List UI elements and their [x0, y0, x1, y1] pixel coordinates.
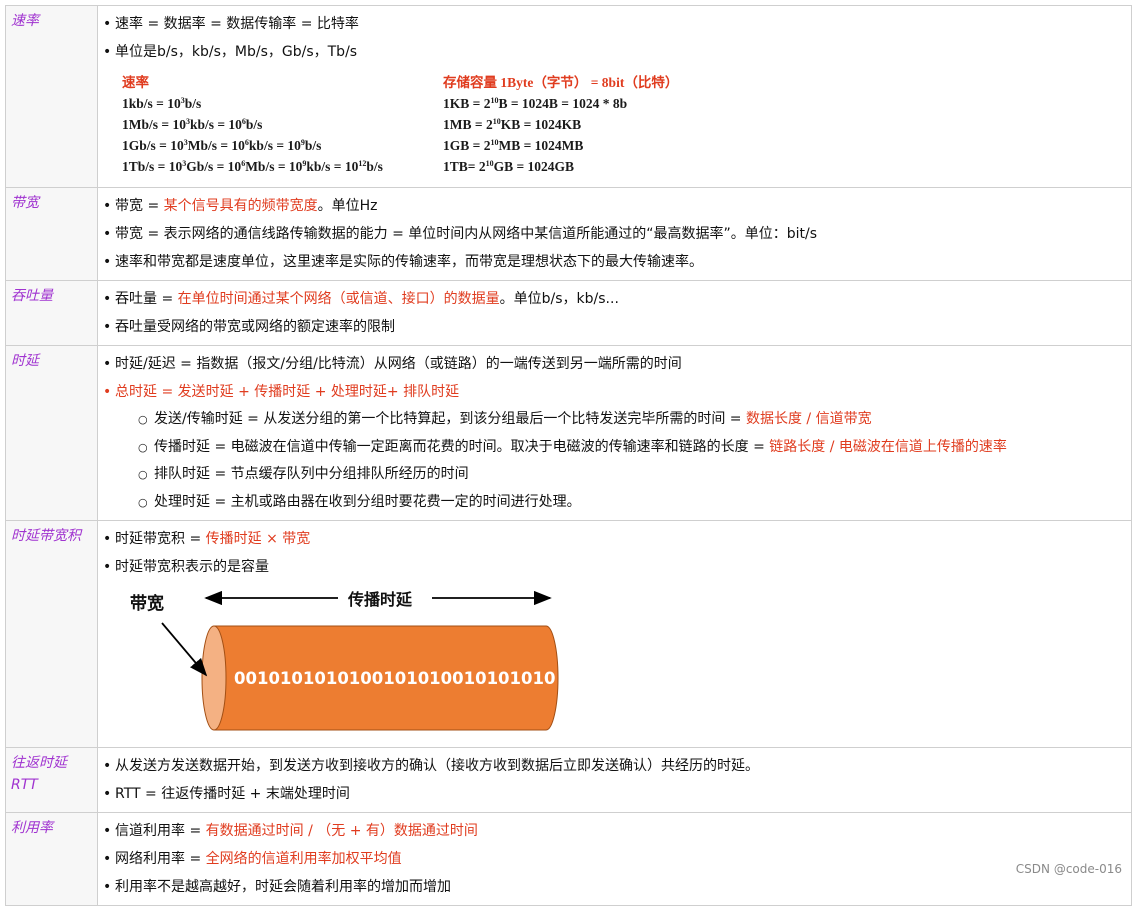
bit-stream-text: 0010101010100101010010101010 1 — [234, 669, 562, 688]
delay-bullet-2: 总时延 = 发送时延 + 传播时延 + 处理时延+ 排队时延 — [102, 378, 1125, 406]
rate-units-header: 速率 — [122, 75, 149, 90]
dbp-bullet-2: 时延带宽积表示的是容量 — [102, 553, 1125, 581]
label-bandwidth: 带宽 — [5, 187, 98, 281]
label-rate: 速率 — [5, 5, 98, 188]
rate-bullet-2: 单位是b/s，kb/s，Mb/s，Gb/s，Tb/s — [102, 38, 1125, 66]
rtt-bullet-2: RTT = 往返传播时延 + 末端处理时间 — [102, 780, 1125, 808]
row-bandwidth: 带宽 带宽 = 某个信号具有的频带宽度。单位Hz 带宽 = 表示网络的通信线路传… — [5, 187, 1132, 281]
rate-units-line: 1kb/s = 103b/s — [122, 96, 202, 111]
dbp-bullet-1: 时延带宽积 = 传播时延 × 带宽 — [102, 525, 1125, 553]
bandwidth-bullet-3: 速率和带宽都是速度单位，这里速率是实际的传输速率，而带宽是理想状态下的最大传输速… — [102, 248, 1125, 276]
rate-units-line: 1Gb/s = 103Mb/s = 106kb/s = 109b/s — [122, 138, 322, 153]
bandwidth-bullet-2: 带宽 = 表示网络的通信线路传输数据的能力 = 单位时间内从网络中某信道所能通过… — [102, 220, 1125, 248]
cylinder-diagram: 带宽 传播时延 0010101010100101010010101010 1 — [130, 590, 562, 731]
rtt-bullet-1: 从发送方发送数据开始，到发送方收到接收方的确认（接收方收到数据后立即发送确认）共… — [102, 752, 1125, 780]
bandwidth-bullet-1: 带宽 = 某个信号具有的频带宽度。单位Hz — [102, 192, 1125, 220]
label-delay: 时延 — [5, 345, 98, 521]
row-rate: 速率 速率 = 数据率 = 数据传输率 = 比特率 单位是b/s，kb/s，Mb… — [5, 5, 1132, 188]
util-bullet-3: 利用率不是越高越好，时延会随着利用率的增加而增加 — [102, 873, 1125, 901]
throughput-bullet-2: 吞吐量受网络的带宽或网络的额定速率的限制 — [102, 313, 1125, 341]
util-bullet-2: 网络利用率 = 全网络的信道利用率加权平均值 — [102, 845, 1125, 873]
util-bullet-1: 信道利用率 = 有数据通过时间 / （无 + 有）数据通过时间 — [102, 817, 1125, 845]
rate-units-block: 速率 1kb/s = 103b/s 1Mb/s = 103kb/s = 106b… — [102, 72, 1125, 182]
storage-units-line: 1TB= 210GB = 1024GB — [443, 159, 575, 174]
delay-sub-3: 排队时延 = 节点缓存队列中分组排队所经历的时间 — [102, 461, 1125, 489]
delay-sub-2: 传播时延 = 电磁波在信道中传输一定距离而花费的时间。取决于电磁波的传输速率和链… — [102, 434, 1125, 462]
cylinder-end — [201, 625, 227, 731]
row-delay: 时延 时延/延迟 = 指数据（报文/分组/比特流）从网络（或链路）的一端传送到另… — [5, 345, 1132, 521]
row-utilization: 利用率 信道利用率 = 有数据通过时间 / （无 + 有）数据通过时间 网络利用… — [5, 812, 1132, 906]
csdn-watermark: CSDN @code-016 — [1015, 862, 1122, 876]
label-utilization: 利用率 — [5, 812, 98, 906]
storage-units-line: 1GB = 210MB = 1024MB — [443, 138, 584, 153]
storage-units-line: 1MB = 210KB = 1024KB — [443, 117, 582, 132]
delay-sub-4: 处理时延 = 主机或路由器在收到分组时要花费一定的时间进行处理。 — [102, 489, 1125, 517]
row-delay-bandwidth-product: 时延带宽积 时延带宽积 = 传播时延 × 带宽 时延带宽积表示的是容量 带宽 传… — [5, 520, 1132, 748]
throughput-bullet-1: 吞吐量 = 在单位时间通过某个网络（或信道、接口）的数据量。单位b/s，kb/s… — [102, 285, 1125, 313]
bandwidth-label: 带宽 — [130, 593, 164, 614]
storage-units-header: 存储容量 1Byte（字节） = 8bit（比特） — [443, 75, 679, 90]
row-rtt: 往返时延RTT 从发送方发送数据开始，到发送方收到接收方的确认（接收方收到数据后… — [5, 747, 1132, 813]
row-throughput: 吞吐量 吞吐量 = 在单位时间通过某个网络（或信道、接口）的数据量。单位b/s，… — [5, 280, 1132, 346]
label-throughput: 吞吐量 — [5, 280, 98, 346]
delay-bullet-1: 时延/延迟 = 指数据（报文/分组/比特流）从网络（或链路）的一端传送到另一端所… — [102, 350, 1125, 378]
storage-units-column: 存储容量 1Byte（字节） = 8bit（比特） 1KB = 210B = 1… — [443, 72, 678, 177]
rate-units-column: 速率 1kb/s = 103b/s 1Mb/s = 103kb/s = 106b… — [122, 72, 383, 177]
propagation-delay-label: 传播时延 — [347, 590, 413, 609]
rate-units-line: 1Tb/s = 103Gb/s = 106Mb/s = 109kb/s = 10… — [122, 159, 383, 174]
label-rtt: 往返时延RTT — [5, 747, 98, 813]
label-delay-bandwidth-product: 时延带宽积 — [5, 520, 98, 748]
storage-units-line: 1KB = 210B = 1024B = 1024 * 8b — [443, 96, 628, 111]
bandwidth-pointer-arrow — [161, 622, 208, 677]
rate-units-line: 1Mb/s = 103kb/s = 106b/s — [122, 117, 263, 132]
notes-table: 速率 速率 = 数据率 = 数据传输率 = 比特率 单位是b/s，kb/s，Mb… — [5, 5, 1132, 906]
delay-sub-1: 发送/传输时延 = 从发送分组的第一个比特算起，到该分组最后一个比特发送完毕所需… — [102, 406, 1125, 434]
rate-bullet-1: 速率 = 数据率 = 数据传输率 = 比特率 — [102, 10, 1125, 38]
